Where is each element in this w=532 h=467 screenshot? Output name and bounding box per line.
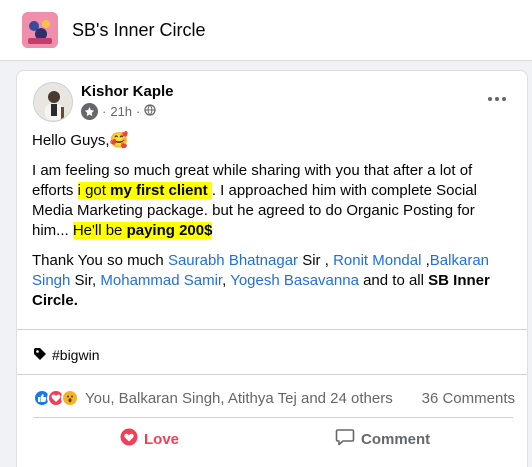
tag-icon — [33, 347, 47, 364]
reaction-icons[interactable] — [33, 389, 79, 407]
p2-text-c: , — [421, 252, 430, 269]
more-options-button[interactable] — [483, 87, 511, 111]
love-button[interactable]: Love — [120, 427, 179, 451]
p2-text-b: Sir , — [298, 252, 334, 269]
p2-text-a: Thank You so much — [32, 252, 168, 269]
post-body: Hello Guys,🥰 I am feeling so much great … — [32, 131, 502, 321]
greeting-text: Hello Guys, — [32, 132, 110, 149]
comments-count[interactable]: 36 Comments — [422, 390, 515, 407]
meta-separator: · — [136, 103, 141, 119]
comment-button[interactable]: Comment — [335, 427, 430, 451]
greeting-line: Hello Guys,🥰 — [32, 131, 502, 151]
heart-face-emoji-icon: 🥰 — [109, 132, 129, 149]
paragraph-2: Thank You so much Saurabh Bhatnagar Sir … — [32, 251, 502, 311]
highlight-first-client: my first client — [110, 182, 208, 199]
comment-label: Comment — [361, 430, 431, 448]
mention-link[interactable]: Yogesh Basavanna — [230, 272, 359, 289]
highlight-hell-be: He'll be — [72, 222, 127, 239]
mention-link[interactable]: Ronit Mondal — [333, 252, 421, 269]
comment-icon — [335, 428, 355, 450]
topic-tag[interactable]: #bigwin — [33, 345, 99, 365]
author-avatar[interactable] — [33, 82, 73, 122]
reacted-by-text[interactable]: You, Balkaran Singh, Atithya Tej and 24 … — [85, 390, 393, 407]
post-meta: · 21h · — [81, 101, 157, 121]
highlight-paying: paying 200$ — [126, 222, 213, 239]
p2-text-f: and to all — [358, 272, 429, 289]
group-header: SB's Inner Circle — [0, 0, 532, 61]
tag-label: #bigwin — [52, 347, 100, 363]
reactions-summary: You, Balkaran Singh, Atithya Tej and 24 … — [33, 386, 515, 410]
more-dot-icon — [502, 97, 506, 101]
highlight-got: i got — [77, 182, 111, 199]
paragraph-1: I am feeling so much great while sharing… — [32, 161, 502, 241]
love-icon — [120, 428, 138, 450]
mention-link[interactable]: Mohammad Samir — [100, 272, 222, 289]
group-name[interactable]: SB's Inner Circle — [72, 18, 205, 42]
post-time[interactable]: 21h — [110, 104, 132, 119]
divider — [17, 329, 527, 330]
audience-globe-icon — [144, 103, 157, 119]
member-badge-icon[interactable] — [81, 102, 98, 120]
group-cover-thumbnail[interactable] — [22, 12, 58, 48]
wow-reaction-icon — [61, 389, 79, 407]
p2-text-d: Sir, — [70, 272, 101, 289]
more-dot-icon — [488, 97, 492, 101]
meta-separator: · — [102, 103, 107, 119]
love-label: Love — [144, 430, 180, 448]
p2-text-e: , — [222, 272, 231, 289]
post-card: Kishor Kaple · 21h · Hello Guys,🥰 I am f… — [16, 70, 528, 467]
divider — [17, 374, 527, 375]
divider — [33, 417, 513, 418]
author-name[interactable]: Kishor Kaple — [81, 82, 174, 102]
more-dot-icon — [495, 97, 499, 101]
mention-link[interactable]: Saurabh Bhatnagar — [168, 252, 298, 269]
